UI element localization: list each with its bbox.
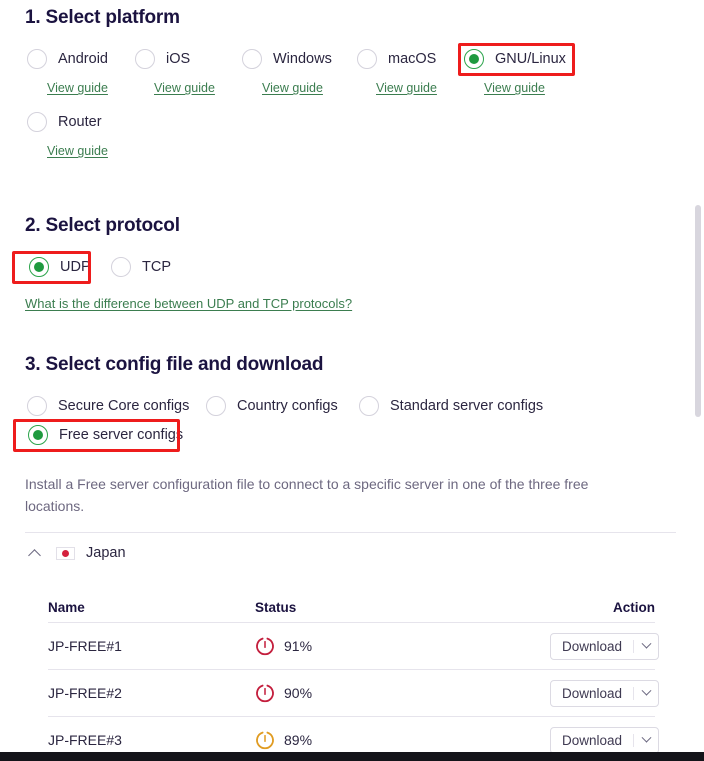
- radio-indicator: [111, 257, 131, 277]
- radio-platform-router[interactable]: Router: [27, 112, 102, 132]
- server-status: 91%: [255, 636, 550, 656]
- radio-platform-gnu-linux[interactable]: GNU/Linux: [464, 49, 566, 69]
- radio-label: Country configs: [237, 398, 338, 414]
- download-button-label[interactable]: Download: [551, 728, 633, 753]
- radio-indicator: [27, 396, 47, 416]
- load-gauge-icon: [255, 636, 275, 656]
- config-download-page: 1. Select platform Android iOS Windows m…: [0, 0, 704, 761]
- country-group-japan[interactable]: Japan: [28, 545, 126, 561]
- server-action: Download: [550, 727, 659, 754]
- radio-label: UDP: [60, 259, 91, 275]
- column-header-action: Action: [550, 600, 655, 615]
- flag-japan-icon: [56, 547, 75, 560]
- radio-protocol-udp[interactable]: UDP: [29, 257, 91, 277]
- radio-label: TCP: [142, 259, 171, 275]
- view-guide-link-android[interactable]: View guide: [47, 81, 108, 95]
- load-percentage: 91%: [284, 638, 312, 654]
- radio-indicator-selected: [28, 425, 48, 445]
- udp-tcp-difference-link[interactable]: What is the difference between UDP and T…: [25, 296, 352, 311]
- download-split-button[interactable]: Download: [550, 633, 659, 660]
- radio-indicator: [27, 49, 47, 69]
- radio-platform-android[interactable]: Android: [27, 49, 108, 69]
- section-title-platform: 1. Select platform: [25, 7, 180, 29]
- radio-config-free-server[interactable]: Free server configs: [28, 425, 183, 445]
- radio-label: iOS: [166, 51, 190, 67]
- radio-config-standard-server[interactable]: Standard server configs: [359, 396, 543, 416]
- load-gauge-icon: [255, 683, 275, 703]
- download-button-label[interactable]: Download: [551, 634, 633, 659]
- radio-indicator: [27, 112, 47, 132]
- table-header-row: Name Status Action: [48, 592, 655, 622]
- viewport-bottom-bar: [0, 752, 704, 761]
- radio-label: macOS: [388, 51, 436, 67]
- chevron-up-icon[interactable]: [28, 546, 42, 560]
- country-name: Japan: [86, 545, 126, 561]
- server-name: JP-FREE#1: [48, 638, 255, 654]
- server-action: Download: [550, 680, 659, 707]
- column-header-status: Status: [255, 600, 550, 615]
- config-description: Install a Free server configuration file…: [25, 473, 600, 517]
- radio-label: GNU/Linux: [495, 51, 566, 67]
- radio-indicator: [242, 49, 262, 69]
- scrollbar-track[interactable]: [692, 0, 704, 761]
- radio-indicator-selected: [29, 257, 49, 277]
- view-guide-link-router[interactable]: View guide: [47, 144, 108, 158]
- server-status: 90%: [255, 683, 550, 703]
- table-row[interactable]: JP-FREE#2 90% Download: [48, 669, 655, 716]
- load-percentage: 90%: [284, 685, 312, 701]
- radio-platform-macos[interactable]: macOS: [357, 49, 436, 69]
- radio-indicator: [357, 49, 377, 69]
- radio-label: Free server configs: [59, 427, 183, 443]
- scrollbar-thumb[interactable]: [695, 205, 701, 417]
- radio-config-secure-core[interactable]: Secure Core configs: [27, 396, 189, 416]
- section-divider: [25, 532, 676, 533]
- radio-indicator-selected: [464, 49, 484, 69]
- chevron-down-icon[interactable]: [634, 634, 658, 659]
- view-guide-link-gnu-linux[interactable]: View guide: [484, 81, 545, 95]
- radio-protocol-tcp[interactable]: TCP: [111, 257, 171, 277]
- server-table: Name Status Action JP-FREE#1 91% Downloa…: [48, 592, 655, 761]
- server-name: JP-FREE#2: [48, 685, 255, 701]
- radio-platform-ios[interactable]: iOS: [135, 49, 190, 69]
- table-row[interactable]: JP-FREE#1 91% Download: [48, 622, 655, 669]
- download-split-button[interactable]: Download: [550, 727, 659, 754]
- radio-indicator: [206, 396, 226, 416]
- download-button-label[interactable]: Download: [551, 681, 633, 706]
- chevron-down-icon[interactable]: [634, 728, 658, 753]
- section-title-protocol: 2. Select protocol: [25, 215, 180, 237]
- server-action: Download: [550, 633, 659, 660]
- radio-label: Standard server configs: [390, 398, 543, 414]
- download-split-button[interactable]: Download: [550, 680, 659, 707]
- view-guide-link-ios[interactable]: View guide: [154, 81, 215, 95]
- section-title-config: 3. Select config file and download: [25, 354, 323, 376]
- radio-label: Windows: [273, 51, 332, 67]
- view-guide-link-windows[interactable]: View guide: [262, 81, 323, 95]
- radio-label: Secure Core configs: [58, 398, 189, 414]
- radio-indicator: [359, 396, 379, 416]
- load-gauge-icon: [255, 730, 275, 750]
- load-percentage: 89%: [284, 732, 312, 748]
- radio-config-country[interactable]: Country configs: [206, 396, 338, 416]
- radio-label: Router: [58, 114, 102, 130]
- chevron-down-icon[interactable]: [634, 681, 658, 706]
- radio-indicator: [135, 49, 155, 69]
- server-status: 89%: [255, 730, 550, 750]
- radio-label: Android: [58, 51, 108, 67]
- view-guide-link-macos[interactable]: View guide: [376, 81, 437, 95]
- radio-platform-windows[interactable]: Windows: [242, 49, 332, 69]
- column-header-name: Name: [48, 600, 255, 615]
- server-name: JP-FREE#3: [48, 732, 255, 748]
